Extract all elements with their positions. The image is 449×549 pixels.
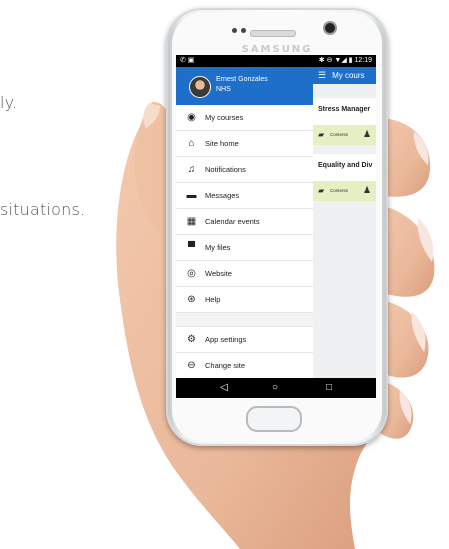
drawer-item-label: Change site <box>205 361 246 370</box>
light-sensor-icon <box>241 28 246 33</box>
status-time: 12:19 <box>354 57 372 64</box>
drawer-item-label: App settings <box>205 335 247 344</box>
app-bar: ☰ My cours <box>313 67 376 84</box>
course-card-footer: ▰ Contents ♟ <box>313 125 376 145</box>
user-organization: NHS <box>216 86 231 93</box>
drawer-item-label: Site home <box>205 139 239 148</box>
menu-icon[interactable]: ☰ <box>318 70 326 80</box>
home-nav-icon[interactable]: ○ <box>272 382 278 393</box>
recent-apps-icon[interactable]: □ <box>326 382 332 393</box>
contents-link[interactable]: Contents <box>330 188 348 193</box>
participants-icon[interactable]: ♟ <box>363 185 371 196</box>
status-bar: ✆ ▣ ✱ ⊖ ▼◢ ▮ 12:19 <box>176 55 376 67</box>
course-title: Stress Manager <box>318 106 371 113</box>
android-nav-bar: ◁ ○ □ <box>176 378 376 398</box>
navigation-drawer: Ernest Gonzales NHS ◉ My courses ⌂ Site … <box>176 67 314 379</box>
folder-icon: ▀ <box>187 242 196 253</box>
radio-icon: ◉ <box>187 112 196 123</box>
exit-icon: ⊖ <box>187 360 196 371</box>
course-card[interactable]: Equality and Div ▰ Contents ♟ <box>313 154 376 201</box>
course-card-footer: ▰ Contents ♟ <box>313 181 376 201</box>
user-name: Ernest Gonzales <box>216 76 268 83</box>
drawer-item-notifications[interactable]: ♫ Notifications <box>176 157 313 183</box>
drawer-item-site-home[interactable]: ⌂ Site home <box>176 131 313 157</box>
drawer-item-website[interactable]: ◎ Website <box>176 261 313 287</box>
drawer-item-help[interactable]: ⊛ Help <box>176 287 313 313</box>
drawer-item-label: My files <box>205 243 231 252</box>
user-profile-header[interactable]: Ernest Gonzales NHS <box>176 67 313 105</box>
page-title: My cours <box>332 71 365 80</box>
drawer-item-change-site[interactable]: ⊖ Change site <box>176 353 313 379</box>
home-icon: ⌂ <box>188 138 195 149</box>
gear-icon: ⚙ <box>187 334 196 345</box>
drawer-item-label: Calendar events <box>205 217 260 226</box>
earpiece-speaker <box>250 30 296 37</box>
course-title: Equality and Div <box>318 162 373 169</box>
status-icons: ✱ ⊖ ▼◢ ▮ <box>318 57 353 64</box>
lifebuoy-icon: ⊛ <box>187 294 196 305</box>
contents-link[interactable]: Contents <box>330 132 348 137</box>
participants-icon[interactable]: ♟ <box>363 129 371 140</box>
back-icon[interactable]: ◁ <box>220 382 228 393</box>
home-button[interactable] <box>246 406 302 432</box>
drawer-item-calendar-events[interactable]: ▦ Calendar events <box>176 209 313 235</box>
drawer-item-label: Notifications <box>205 165 246 174</box>
chat-icon: ▬ <box>186 190 197 201</box>
main-content: ☰ My cours Stress Manager ▰ Contents ♟ Eq… <box>313 67 376 378</box>
briefcase-icon: ▰ <box>318 130 325 139</box>
status-right: ✱ ⊖ ▼◢ ▮ 12:19 <box>319 55 372 67</box>
drawer-item-label: My courses <box>205 113 244 122</box>
avatar[interactable] <box>189 76 211 98</box>
front-camera-icon <box>325 23 335 33</box>
drawer-item-my-files[interactable]: ▀ My files <box>176 235 313 261</box>
drawer-item-messages[interactable]: ▬ Messages <box>176 183 313 209</box>
status-left-icons: ✆ ▣ <box>180 57 195 64</box>
bell-icon: ♫ <box>187 164 196 175</box>
globe-icon: ◎ <box>187 268 196 279</box>
briefcase-icon: ▰ <box>318 186 325 195</box>
drawer-item-label: Help <box>205 295 221 304</box>
calendar-icon: ▦ <box>186 216 197 227</box>
proximity-sensor-icon <box>232 28 237 33</box>
course-card[interactable]: Stress Manager ▰ Contents ♟ <box>313 98 376 145</box>
phone-screen: ✆ ▣ ✱ ⊖ ▼◢ ▮ 12:19 Ernest Gonzales NHS ◉… <box>176 55 376 398</box>
drawer-divider <box>176 313 313 327</box>
drawer-item-label: Website <box>205 269 232 278</box>
drawer-item-label: Messages <box>205 191 240 200</box>
drawer-item-app-settings[interactable]: ⚙ App settings <box>176 327 313 353</box>
brand-logo: SAMSUNG <box>241 44 313 55</box>
drawer-item-my-courses[interactable]: ◉ My courses <box>176 105 313 131</box>
